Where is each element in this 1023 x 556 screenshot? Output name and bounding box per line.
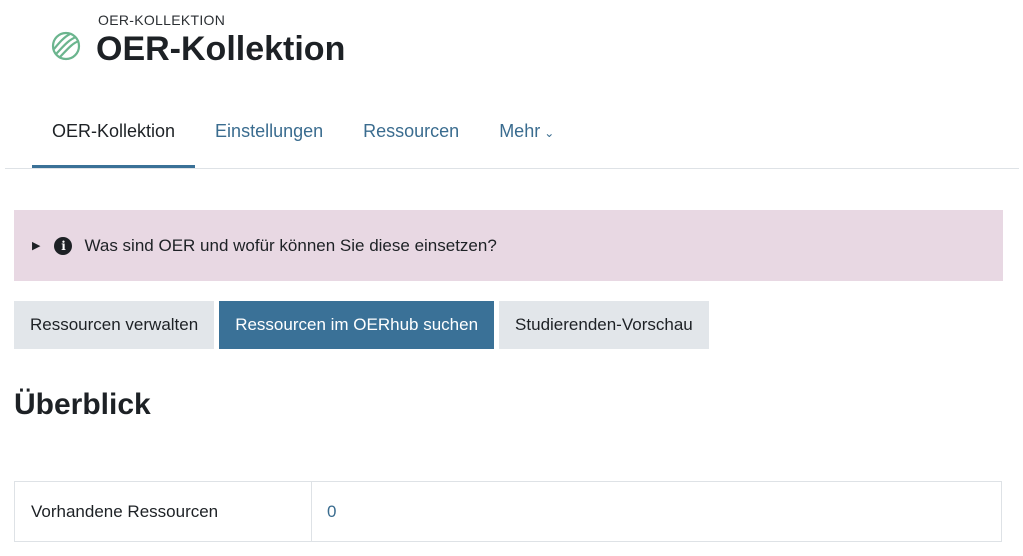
tab-mehr[interactable]: Mehr ⌄ xyxy=(479,110,574,170)
tab-label: OER-Kollektion xyxy=(52,121,176,141)
chevron-down-icon: ⌄ xyxy=(544,126,555,140)
manage-resources-button[interactable]: Ressourcen verwalten xyxy=(14,301,215,349)
info-text: Was sind OER und wofür können Sie diese … xyxy=(84,235,497,255)
resources-label: Vorhandene Ressourcen xyxy=(15,482,312,541)
overview-heading: Überblick xyxy=(14,388,151,421)
tab-label: Mehr xyxy=(499,121,541,141)
info-icon: i xyxy=(54,236,73,255)
page-title: OER-Kollektion xyxy=(96,30,346,68)
overview-table: Vorhandene Ressourcen 0 xyxy=(14,481,1002,542)
nav-divider xyxy=(5,168,1019,169)
student-preview-button[interactable]: Studierenden-Vorschau xyxy=(499,301,709,349)
expand-triangle-icon[interactable]: ▶ xyxy=(32,239,40,252)
page-header: OER-KOLLEKTION OER-Kollektion xyxy=(48,12,345,69)
oer-globe-icon xyxy=(51,31,81,61)
tab-oer-kollektion[interactable]: OER-Kollektion xyxy=(32,110,196,170)
page-pre-title: OER-KOLLEKTION xyxy=(98,12,226,28)
tab-ressourcen[interactable]: Ressourcen xyxy=(343,110,479,170)
resources-count-link[interactable]: 0 xyxy=(312,482,1001,541)
tab-label: Ressourcen xyxy=(363,121,460,141)
secondary-nav: OER-Kollektion Einstellungen Ressourcen … xyxy=(32,110,574,170)
info-disclosure[interactable]: ▶ i Was sind OER und wofür können Sie di… xyxy=(14,210,1003,281)
action-buttons: Ressourcen verwalten Ressourcen im OERhu… xyxy=(14,301,709,349)
tab-einstellungen[interactable]: Einstellungen xyxy=(195,110,343,170)
search-oerhub-button[interactable]: Ressourcen im OERhub suchen xyxy=(219,301,495,349)
tab-label: Einstellungen xyxy=(215,121,324,141)
